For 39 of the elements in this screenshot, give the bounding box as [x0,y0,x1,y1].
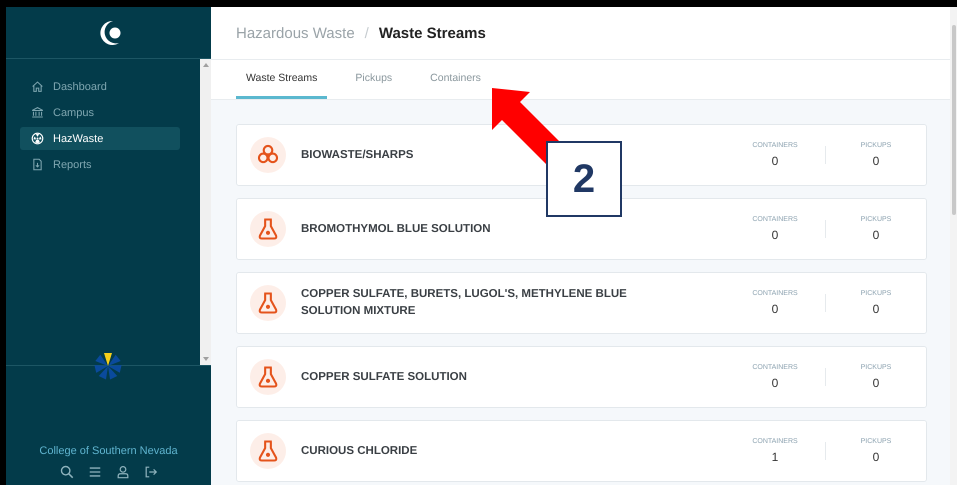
building-icon [31,106,44,119]
sidebar-item[interactable]: Reports [20,153,180,176]
stat-value: 1 [772,450,778,464]
stat-value: 0 [872,376,880,390]
stat-value: 0 [872,450,880,464]
stat-value: 0 [772,376,778,390]
home-icon [31,80,44,93]
stat-value: 0 [772,154,778,168]
document-icon [31,158,44,171]
stream-name: COPPER SULFATE SOLUTION [301,370,468,384]
stat-value: 0 [872,228,880,242]
menu-icon[interactable] [88,465,102,479]
page-title: Waste Streams [378,24,486,42]
logout-icon[interactable] [144,465,158,479]
stream-name: BROMOTHYMOL BLUE SOLUTION [301,222,492,236]
stream-name: CURIOUS CHLORIDE [301,444,418,458]
breadcrumb-separator: / [364,24,369,42]
scrollbar[interactable] [950,7,957,485]
stream-name: COPPER SULFATE, BURETS, LUGOL'S, METHYLENE BLUE SOLUTION MIXTURE [301,287,628,319]
sidebar-item[interactable]: Campus [20,101,180,124]
stat-value: 0 [772,228,778,242]
flower-logo-icon [92,350,124,382]
institution-name: College of Southern Nevada [39,445,178,457]
callout-number: 2 [546,141,622,217]
sidebar-item[interactable]: Dashboard [20,75,180,98]
biohazard-icon [249,136,287,174]
stat-value: 0 [872,302,880,316]
scrollbar[interactable] [200,59,211,365]
stream-name: BIOWASTE/SHARPS [301,148,414,162]
flask-icon [249,210,287,248]
flask-icon [249,284,287,322]
stat-value: 0 [772,302,778,316]
flask-icon [249,358,287,396]
stat-value: 0 [872,154,880,168]
radiation-icon [31,132,44,145]
flask-icon [249,432,287,470]
sidebar-item[interactable]: HazWaste [20,127,180,150]
search-icon[interactable] [60,465,74,479]
user-icon[interactable] [116,465,130,479]
